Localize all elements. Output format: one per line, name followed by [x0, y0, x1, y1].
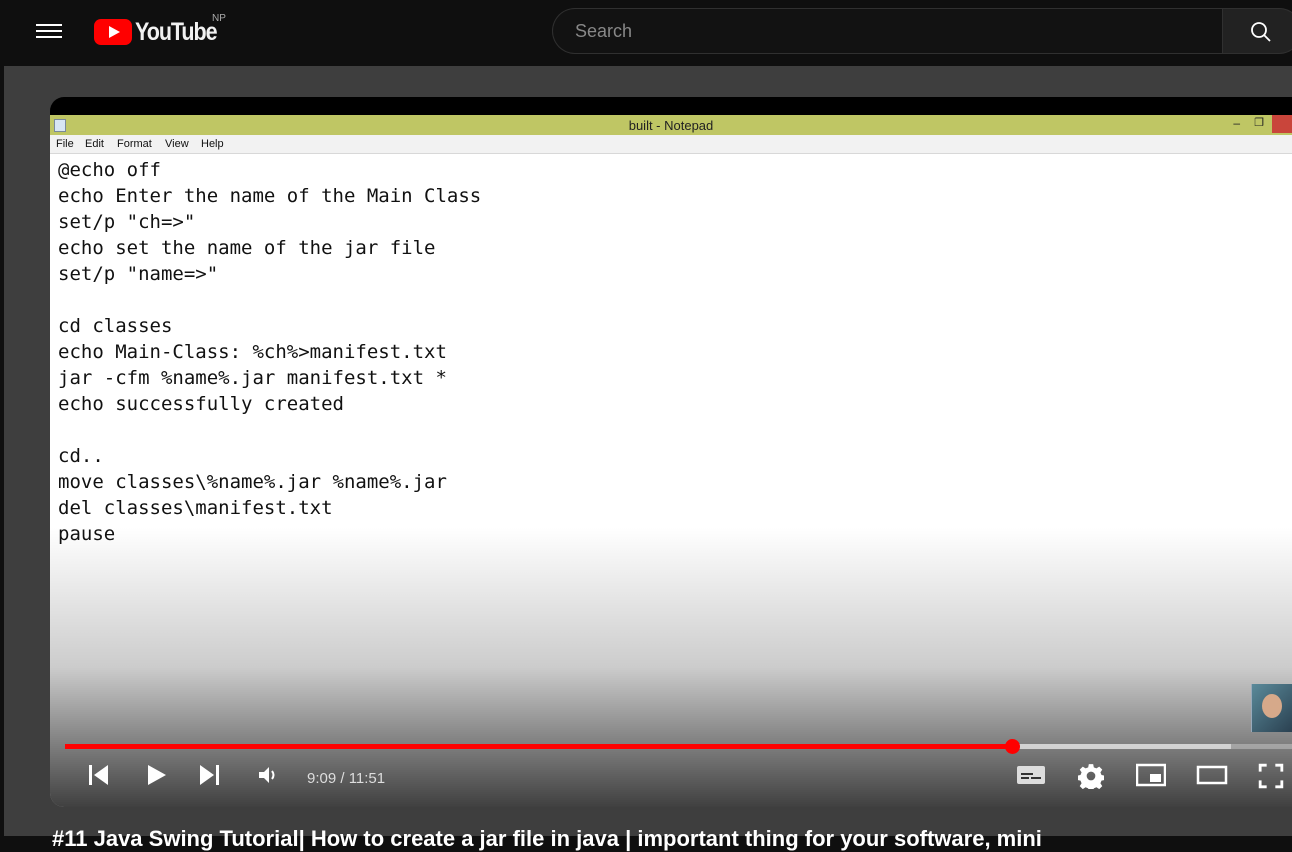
menu-format: Format [117, 138, 152, 150]
restore-icon: ❐ [1254, 117, 1264, 129]
notepad-text-content: @echo off echo Enter the name of the Mai… [58, 159, 482, 545]
volume-icon[interactable] [256, 763, 280, 787]
progress-bar[interactable] [65, 739, 1292, 754]
controls-gradient [50, 527, 1292, 807]
logo-text: YouTube [135, 17, 218, 46]
masthead: YouTube NP [0, 0, 1292, 64]
miniplayer-icon[interactable] [1136, 763, 1166, 787]
creator-thumbnail [1251, 684, 1292, 732]
video-title: #11 Java Swing Tutorial| How to create a… [52, 826, 1042, 851]
subtitles-icon[interactable] [1016, 763, 1046, 787]
country-code: NP [212, 13, 226, 24]
youtube-logo[interactable]: YouTube [94, 18, 230, 46]
menu-view: View [165, 138, 189, 150]
menu-help: Help [201, 138, 224, 150]
previous-icon[interactable] [86, 763, 110, 787]
minimize-icon: – [1233, 116, 1240, 130]
time-display: 9:09 / 11:51 [307, 770, 386, 787]
close-icon [1272, 115, 1292, 133]
fullscreen-icon[interactable] [1258, 763, 1284, 789]
hamburger-menu-icon[interactable] [36, 20, 62, 42]
search-button[interactable] [1222, 8, 1292, 54]
menu-edit: Edit [85, 138, 104, 150]
search-input[interactable] [573, 20, 1197, 43]
menu-file: File [56, 138, 74, 150]
search-box [552, 8, 1222, 54]
notepad-titlebar: built - Notepad – ❐ [50, 115, 1292, 135]
play-logo-icon [94, 19, 132, 45]
progress-scrubber[interactable] [1004, 739, 1020, 754]
settings-gear-icon[interactable] [1078, 763, 1104, 789]
play-icon[interactable] [144, 763, 168, 787]
progress-played [65, 744, 1012, 749]
theater-mode-icon[interactable] [1196, 763, 1228, 787]
search-icon [1251, 22, 1271, 42]
video-player[interactable]: built - Notepad – ❐ File Edit Format Vie… [50, 97, 1292, 807]
notepad-menubar: File Edit Format View Help [50, 135, 1292, 154]
notepad-window-title: built - Notepad [628, 118, 714, 133]
next-icon[interactable] [198, 763, 222, 787]
